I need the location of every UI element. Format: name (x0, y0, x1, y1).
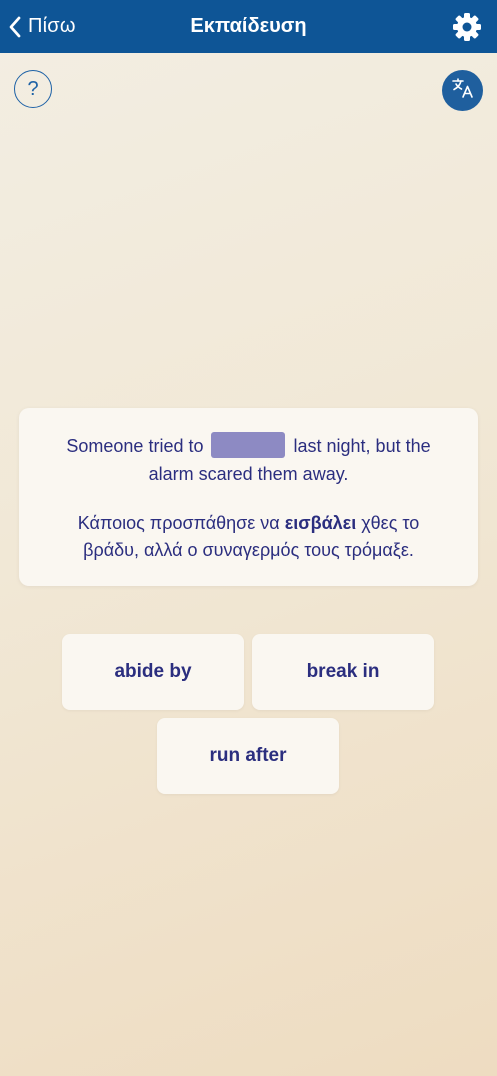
exercise-sentence: Someone tried to last night, but the ala… (47, 432, 450, 488)
option-break-in[interactable]: break in (252, 634, 434, 710)
option-label: run after (209, 745, 287, 766)
answer-blank (210, 432, 285, 458)
chevron-left-icon (8, 16, 22, 38)
translate-button[interactable] (442, 70, 483, 111)
translation-before: Κάποιος προσπάθησε να (77, 513, 280, 533)
settings-button[interactable] (451, 11, 483, 43)
top-navigation-bar: Πίσω Εκπαίδευση (0, 0, 497, 53)
translation-highlight: εισβάλει (284, 513, 357, 533)
help-label: ? (27, 77, 39, 100)
translate-icon (451, 76, 475, 105)
sentence-before: Someone tried to (66, 436, 204, 456)
option-label: abide by (114, 661, 192, 682)
option-label: break in (306, 661, 380, 682)
back-button[interactable]: Πίσω (8, 0, 76, 53)
exercise-card: Someone tried to last night, but the ala… (19, 408, 478, 586)
option-run-after[interactable]: run after (157, 718, 339, 794)
help-button[interactable]: ? (14, 70, 52, 108)
gear-icon (451, 13, 483, 47)
option-abide-by[interactable]: abide by (62, 634, 244, 710)
back-label: Πίσω (28, 15, 76, 37)
exercise-translation: Κάποιος προσπάθησε να εισβάλει χθες το β… (49, 510, 448, 564)
